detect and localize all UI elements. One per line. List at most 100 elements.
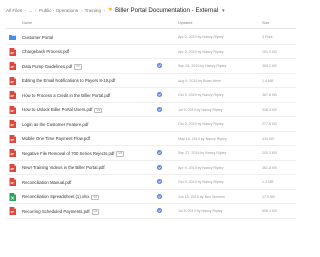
breadcrumb-item-training[interactable]: Training	[85, 8, 101, 13]
star-icon[interactable]: ★	[108, 7, 113, 13]
file-size: 1.4 MB	[262, 78, 274, 83]
file-name-link[interactable]: Reconciliation Manual.pdf	[22, 180, 71, 185]
pdf-icon	[9, 62, 16, 70]
chevron-right-icon: ›	[80, 7, 83, 13]
file-updated: Sep 26, 2019 by Nancy Ripley	[178, 64, 227, 68]
file-name-link[interactable]: Customer Portal	[22, 35, 53, 40]
shared-link-icon[interactable]	[157, 179, 162, 185]
file-size: 338.4 KB	[262, 107, 277, 112]
file-list: Customer Portal Apr 9, 2019 by Nancy Ripl…	[6, 30, 296, 219]
file-row[interactable]: Mobile One Time Payment Flow.pdf May 16, …	[6, 132, 296, 146]
file-name-link[interactable]: New! Training Videos in the Biller Porta…	[22, 165, 105, 170]
pdf-icon	[9, 105, 16, 114]
file-row[interactable]: Customer Portal Apr 9, 2019 by Nancy Ripl…	[6, 30, 296, 45]
file-name-text: Reconciliation Manual.pdf	[22, 179, 72, 185]
file-name-link[interactable]: Reconciliation Spreadsheet (1).xlsx V2	[22, 194, 100, 201]
file-updated: Apr 9, 2019 by Nancy Ripley	[178, 165, 224, 170]
file-row[interactable]: Reconciliation Manual.pdf Oct 9, 2019 by …	[6, 175, 296, 190]
chevron-right-icon: ›	[34, 7, 37, 13]
file-size: 361.8 KB	[262, 165, 277, 170]
file-name-text: Data Pump Guidelines.pdf	[22, 63, 73, 69]
file-size: 277.8 KB	[262, 122, 277, 126]
pdf-icon	[9, 120, 16, 128]
file-updated: Jul 9, 2019 by Nancy Ripley	[178, 209, 223, 213]
file-name-link[interactable]: Editing the Email Notifications to Payer…	[22, 78, 115, 83]
file-name-link[interactable]: How to Process a Credit in the Biller Po…	[22, 93, 110, 98]
pdf-icon	[9, 134, 16, 143]
column-header-updated[interactable]: Updated	[178, 21, 192, 25]
shared-link-icon[interactable]	[157, 92, 162, 98]
file-updated: Oct 9, 2019 by Nancy Ripley	[178, 180, 224, 184]
file-name-text: Customer Portal	[22, 34, 54, 40]
file-size: 365.2 KB	[262, 64, 277, 68]
file-updated: Oct 9, 2019 by Nancy Ripley	[178, 122, 224, 126]
file-name-text: New! Training Videos in the Biller Porta…	[22, 165, 105, 170]
version-badge: V3	[116, 151, 125, 157]
file-row[interactable]: Data Pump Guidelines.pdf V2 Sep 26, 2019 b…	[6, 59, 296, 74]
breadcrumb-item-all-files[interactable]: All Files	[6, 8, 22, 13]
xlsx-icon	[9, 192, 16, 201]
file-name-link[interactable]: Chargeback Process.pdf	[22, 49, 69, 54]
file-name-link[interactable]: Negative File Removal of 700 Series Reje…	[22, 150, 125, 157]
file-name-text: How to Unlock Biller Portal Users.pdf	[22, 107, 93, 112]
file-row[interactable]: Chargeback Process.pdf Apr 9, 2019 by Nan…	[6, 45, 296, 59]
file-name-link[interactable]: Recurring Scheduled Payments.pdf V2	[22, 208, 100, 215]
pdf-icon	[9, 178, 16, 186]
chevron-right-icon: ›	[24, 7, 27, 13]
shared-link-icon[interactable]	[157, 193, 162, 199]
chevron-down-icon[interactable]: ▼	[221, 8, 225, 13]
file-name-text: Editing the Email Notifications to Payer…	[22, 78, 116, 83]
file-row[interactable]: How to Process a Credit in the Biller Po…	[6, 88, 296, 103]
file-row[interactable]: Reconciliation Spreadsheet (1).xlsx V2 Jun…	[6, 190, 296, 204]
file-size: 1.3 MB	[262, 180, 274, 184]
breadcrumb-item-ellipsis[interactable]: ...	[29, 8, 33, 13]
shared-link-icon[interactable]	[157, 63, 162, 69]
file-name-text: Negative File Removal of 700 Series Reje…	[22, 150, 115, 156]
shared-link-icon[interactable]	[157, 150, 162, 156]
file-size: 151.9 KB	[262, 49, 277, 54]
breadcrumb: All Files › ... › Public - Operations › …	[6, 4, 294, 16]
file-updated: Apr 9, 2019 by Nancy Ripley	[178, 35, 224, 39]
pdf-icon	[9, 76, 16, 85]
file-row[interactable]: Login as the Customer Feature.pdf Oct 9, …	[6, 117, 296, 132]
version-badge: V2	[74, 64, 82, 70]
file-updated: Aug 9, 2019 by Brian Heim	[178, 78, 221, 83]
chevron-right-icon: ›	[103, 7, 106, 13]
shared-link-icon[interactable]	[157, 208, 162, 214]
file-name-text: Recurring Scheduled Payments.pdf	[22, 208, 90, 214]
version-badge: V2	[94, 107, 103, 114]
shared-link-icon[interactable]	[157, 164, 162, 170]
column-header-size[interactable]: Size	[262, 21, 269, 25]
folder-icon	[9, 33, 16, 41]
pdf-icon	[9, 207, 16, 215]
file-row[interactable]: New! Training Videos in the Biller Porta…	[6, 161, 296, 175]
shared-link-icon[interactable]	[157, 106, 162, 112]
file-updated: Jun 15, 2019 by Ben Stevens	[178, 194, 225, 199]
file-name-text: Chargeback Process.pdf	[22, 49, 70, 54]
pdf-icon	[9, 91, 16, 99]
file-row[interactable]: Editing the Email Notifications to Payer…	[6, 74, 296, 88]
file-updated: Apr 9, 2019 by Nancy Ripley	[178, 49, 224, 54]
version-badge: V2	[91, 209, 100, 215]
pdf-icon	[9, 47, 16, 56]
file-row[interactable]: Negative File Removal of 700 Series Reje…	[6, 146, 296, 161]
file-name-link[interactable]: Mobile One Time Payment Flow.pdf	[22, 136, 90, 141]
file-size: 17.9 KB	[262, 194, 275, 199]
breadcrumb-item-public-operations[interactable]: Public - Operations	[39, 8, 78, 13]
file-size: 200.2 KB	[262, 151, 277, 155]
pdf-icon	[9, 149, 16, 157]
column-header-name[interactable]: Name	[22, 21, 32, 25]
file-size: 415 KB	[262, 136, 274, 141]
file-updated: Sep 27, 2019 by Nancy Ripley	[178, 151, 227, 155]
file-name-link[interactable]: Data Pump Guidelines.pdf V2	[22, 64, 82, 70]
file-size: 608.1 KB	[262, 209, 277, 213]
file-size: 3 Files	[262, 35, 273, 39]
file-name-link[interactable]: How to Unlock Biller Portal Users.pdf V2	[22, 107, 103, 114]
file-name-text: How to Process a Credit in the Biller Po…	[22, 92, 111, 98]
file-name-link[interactable]: Login as the Customer Feature.pdf	[22, 122, 88, 127]
pdf-icon	[9, 163, 16, 172]
file-row[interactable]: Recurring Scheduled Payments.pdf V2 Jul 9,…	[6, 204, 296, 219]
file-updated: May 16, 2019 by Nancy Ripley	[178, 136, 227, 141]
file-row[interactable]: How to Unlock Biller Portal Users.pdf V2 J…	[6, 103, 296, 117]
file-name-text: Login as the Customer Feature.pdf	[22, 121, 89, 127]
